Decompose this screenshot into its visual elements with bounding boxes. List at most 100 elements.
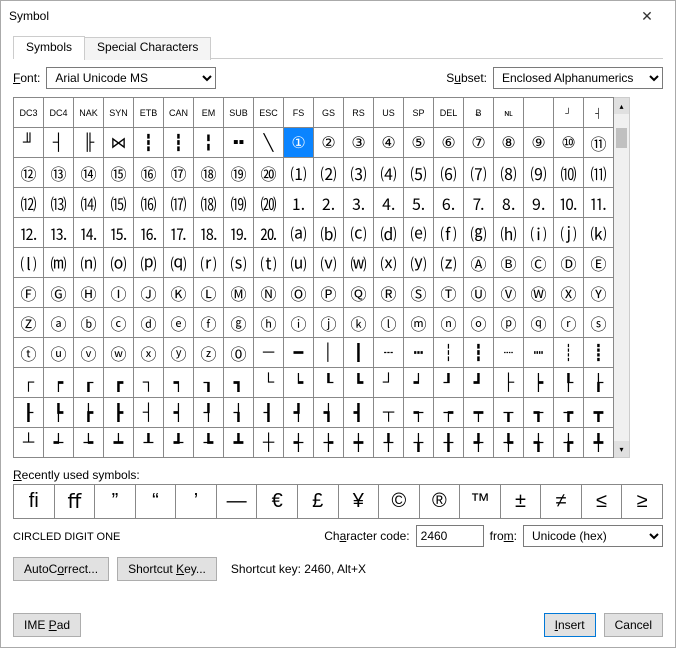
grid-cell[interactable]: ⑰ — [164, 158, 194, 188]
grid-cell[interactable]: Ⓣ — [434, 278, 464, 308]
grid-cell[interactable]: ɴʟ — [494, 98, 524, 128]
grid-cell[interactable]: ⒏ — [494, 188, 524, 218]
grid-cell[interactable]: ⒮ — [224, 248, 254, 278]
grid-cell[interactable]: ⑼ — [524, 158, 554, 188]
grid-cell[interactable]: ┰ — [494, 398, 524, 428]
grid-cell[interactable]: ⑬ — [44, 158, 74, 188]
grid-cell[interactable]: ┿ — [344, 428, 374, 458]
scroll-down-icon[interactable]: ▾ — [614, 441, 629, 457]
grid-cell[interactable]: ┳ — [584, 398, 614, 428]
grid-cell[interactable]: ① — [284, 128, 314, 158]
grid-cell[interactable]: ⓧ — [134, 338, 164, 368]
grid-cell[interactable]: ┌ — [14, 368, 44, 398]
grid-cell[interactable]: ┅ — [404, 338, 434, 368]
grid-cell[interactable]: ⒑ — [554, 188, 584, 218]
grid-cell[interactable]: ┍ — [44, 368, 74, 398]
grid-cell[interactable] — [524, 98, 554, 128]
grid-cell[interactable]: ESC — [254, 98, 284, 128]
grid-cell[interactable]: NAK — [74, 98, 104, 128]
grid-cell[interactable]: ⑾ — [584, 158, 614, 188]
grid-cell[interactable]: ⓚ — [344, 308, 374, 338]
grid-cell[interactable]: ⓐ — [44, 308, 74, 338]
grid-cell[interactable]: ⒅ — [194, 188, 224, 218]
grid-cell[interactable]: ┗ — [344, 368, 374, 398]
grid-cell[interactable]: Ⓧ — [554, 278, 584, 308]
grid-cell[interactable]: ┘ — [374, 368, 404, 398]
grid-cell[interactable]: ⑺ — [464, 158, 494, 188]
grid-cell[interactable]: ⒒ — [584, 188, 614, 218]
grid-cell[interactable]: GS — [314, 98, 344, 128]
recent-grid[interactable]: ﬁﬀ”“’—€£¥©®™±≠≤≥ — [13, 484, 663, 519]
grid-cell[interactable]: ┆ — [434, 338, 464, 368]
grid-cell[interactable]: ⓡ — [554, 308, 584, 338]
grid-cell[interactable]: ⑻ — [494, 158, 524, 188]
recent-cell[interactable]: ™ — [460, 485, 501, 519]
grid-cell[interactable]: ⓞ — [464, 308, 494, 338]
grid-cell[interactable]: ⒡ — [434, 218, 464, 248]
grid-cell[interactable]: ╇ — [584, 428, 614, 458]
grid-cell[interactable]: SP — [404, 98, 434, 128]
grid-cell[interactable]: ╃ — [464, 428, 494, 458]
grid-cell[interactable]: ⒦ — [584, 218, 614, 248]
grid-cell[interactable]: Ⓜ — [224, 278, 254, 308]
grid-cell[interactable]: ⓖ — [224, 308, 254, 338]
grid-cell[interactable]: ⑹ — [434, 158, 464, 188]
grid-cell[interactable]: ⓓ — [134, 308, 164, 338]
grid-cell[interactable]: ⑷ — [374, 158, 404, 188]
grid-cell[interactable]: ⑥ — [434, 128, 464, 158]
grid-cell[interactable]: ⒬ — [164, 248, 194, 278]
grid-cell[interactable]: ┱ — [524, 398, 554, 428]
grid-cell[interactable]: Ⓝ — [254, 278, 284, 308]
grid-cell[interactable]: ⑽ — [554, 158, 584, 188]
grid-cell[interactable]: ┏ — [104, 368, 134, 398]
grid-cell[interactable]: ⓩ — [194, 338, 224, 368]
grid-cell[interactable]: ⒧ — [14, 248, 44, 278]
grid-cell[interactable]: ⒠ — [404, 218, 434, 248]
grid-cell[interactable]: Ⓨ — [584, 278, 614, 308]
grid-cell[interactable]: ⓤ — [44, 338, 74, 368]
recent-cell[interactable]: ≤ — [582, 485, 623, 519]
grid-cell[interactable]: ├ — [494, 368, 524, 398]
recent-cell[interactable]: © — [379, 485, 420, 519]
grid-cell[interactable]: ⓛ — [374, 308, 404, 338]
grid-cell[interactable]: ╜ — [14, 128, 44, 158]
grid-cell[interactable]: ⒊ — [344, 188, 374, 218]
grid-cell[interactable]: ⒲ — [344, 248, 374, 278]
grid-cell[interactable]: ⒭ — [194, 248, 224, 278]
grid-cell[interactable]: ┚ — [434, 368, 464, 398]
grid-cell[interactable]: ⒜ — [284, 218, 314, 248]
grid-cell[interactable]: Ⓛ — [194, 278, 224, 308]
grid-cell[interactable]: ┝ — [524, 368, 554, 398]
grid-cell[interactable]: Ⓖ — [44, 278, 74, 308]
grid-cell[interactable]: ─ — [254, 338, 284, 368]
grid-cell[interactable]: ⑪ — [584, 128, 614, 158]
grid-cell[interactable]: ④ — [374, 128, 404, 158]
grid-cell[interactable]: ┤ — [44, 128, 74, 158]
grid-cell[interactable]: Ⓢ — [404, 278, 434, 308]
grid-cell[interactable]: ⓟ — [494, 308, 524, 338]
grid-cell[interactable]: SYN — [104, 98, 134, 128]
grid-cell[interactable]: Ƀ — [464, 98, 494, 128]
scroll-thumb[interactable] — [616, 128, 627, 148]
subset-select[interactable]: Enclosed Alphanumerics — [493, 67, 663, 89]
grid-cell[interactable]: ⓒ — [104, 308, 134, 338]
grid-cell[interactable]: ⑿ — [14, 188, 44, 218]
grid-cell[interactable]: ┙ — [404, 368, 434, 398]
grid-cell[interactable]: ⒢ — [464, 218, 494, 248]
grid-cell[interactable]: Ⓩ — [14, 308, 44, 338]
grid-cell[interactable]: ┛ — [464, 368, 494, 398]
grid-cell[interactable]: ┬ — [374, 398, 404, 428]
grid-cell[interactable]: ╀ — [374, 428, 404, 458]
recent-cell[interactable]: ¥ — [339, 485, 380, 519]
grid-cell[interactable]: ⓪ — [224, 338, 254, 368]
grid-cell[interactable]: ┇ — [464, 338, 494, 368]
grid-cell[interactable]: ┦ — [194, 398, 224, 428]
grid-cell[interactable]: ⓔ — [164, 308, 194, 338]
close-icon[interactable]: ✕ — [627, 1, 667, 31]
grid-cell[interactable]: ⒎ — [464, 188, 494, 218]
grid-cell[interactable]: ┞ — [554, 368, 584, 398]
grid-cell[interactable]: ┾ — [314, 428, 344, 458]
grid-cell[interactable]: ╂ — [434, 428, 464, 458]
grid-cell[interactable]: ┠ — [14, 398, 44, 428]
grid-cell[interactable]: ┨ — [254, 398, 284, 428]
